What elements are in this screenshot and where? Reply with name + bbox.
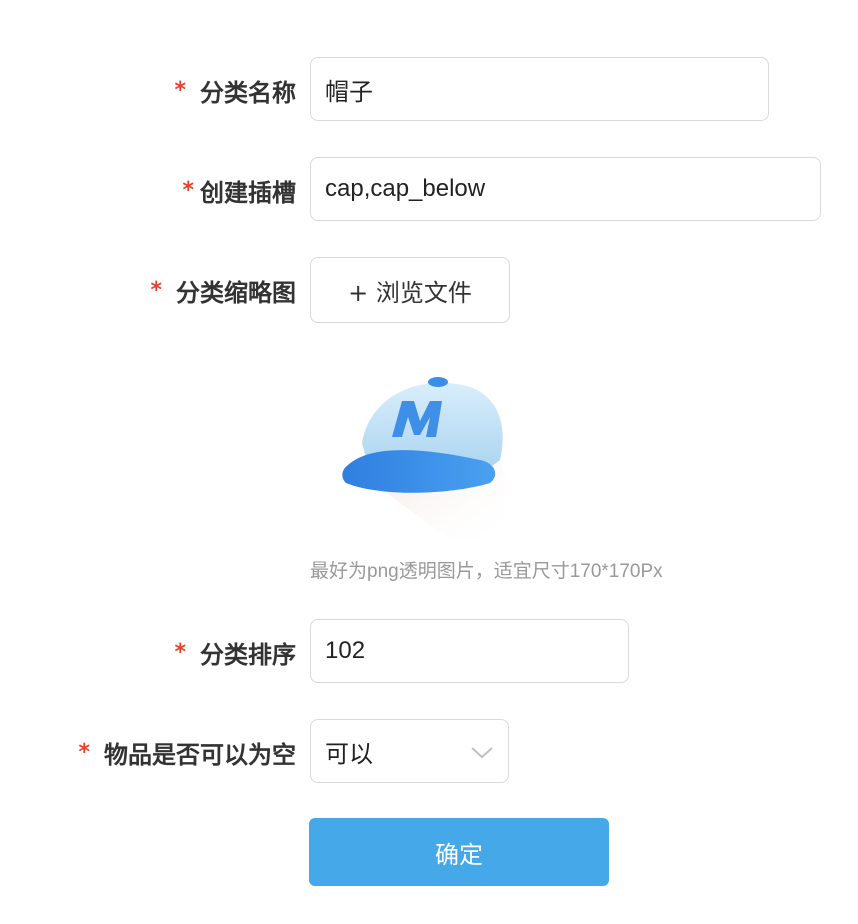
allow-empty-value: 可以 — [325, 740, 373, 768]
slots-label-text: 创建插槽 — [200, 178, 296, 207]
thumbnail-preview — [330, 365, 520, 545]
required-mark: * — [78, 739, 90, 765]
sort-order-label: * 分类排序 — [174, 619, 296, 685]
required-mark: * — [174, 639, 186, 665]
blue-cap-icon — [342, 377, 505, 540]
browse-file-button[interactable]: + 浏览文件 — [310, 257, 510, 323]
slots-label: * 创建插槽 — [182, 157, 296, 223]
category-name-input[interactable]: 帽子 — [310, 57, 769, 121]
allow-empty-label: * 物品是否可以为空 — [78, 719, 296, 785]
allow-empty-label-text: 物品是否可以为空 — [104, 740, 296, 769]
thumbnail-hint: 最好为png透明图片，适宜尺寸170*170Px — [310, 561, 663, 582]
slots-input[interactable]: cap,cap_below — [310, 157, 821, 221]
confirm-button[interactable]: 确定 — [309, 818, 609, 886]
chevron-down-icon — [471, 747, 493, 759]
category-name-value: 帽子 — [325, 78, 373, 106]
required-mark: * — [174, 77, 186, 103]
thumbnail-label-text: 分类缩略图 — [176, 278, 296, 307]
sort-order-input[interactable]: 102 — [310, 619, 629, 683]
sort-order-label-text: 分类排序 — [200, 640, 296, 669]
category-name-label-text: 分类名称 — [200, 78, 296, 107]
required-mark: * — [150, 277, 162, 303]
slots-value: cap,cap_below — [325, 175, 486, 202]
allow-empty-select[interactable]: 可以 — [310, 719, 509, 783]
sort-order-value: 102 — [325, 637, 366, 664]
thumbnail-label: * 分类缩略图 — [150, 257, 296, 323]
required-mark: * — [182, 177, 194, 203]
category-name-label: * 分类名称 — [174, 57, 296, 123]
